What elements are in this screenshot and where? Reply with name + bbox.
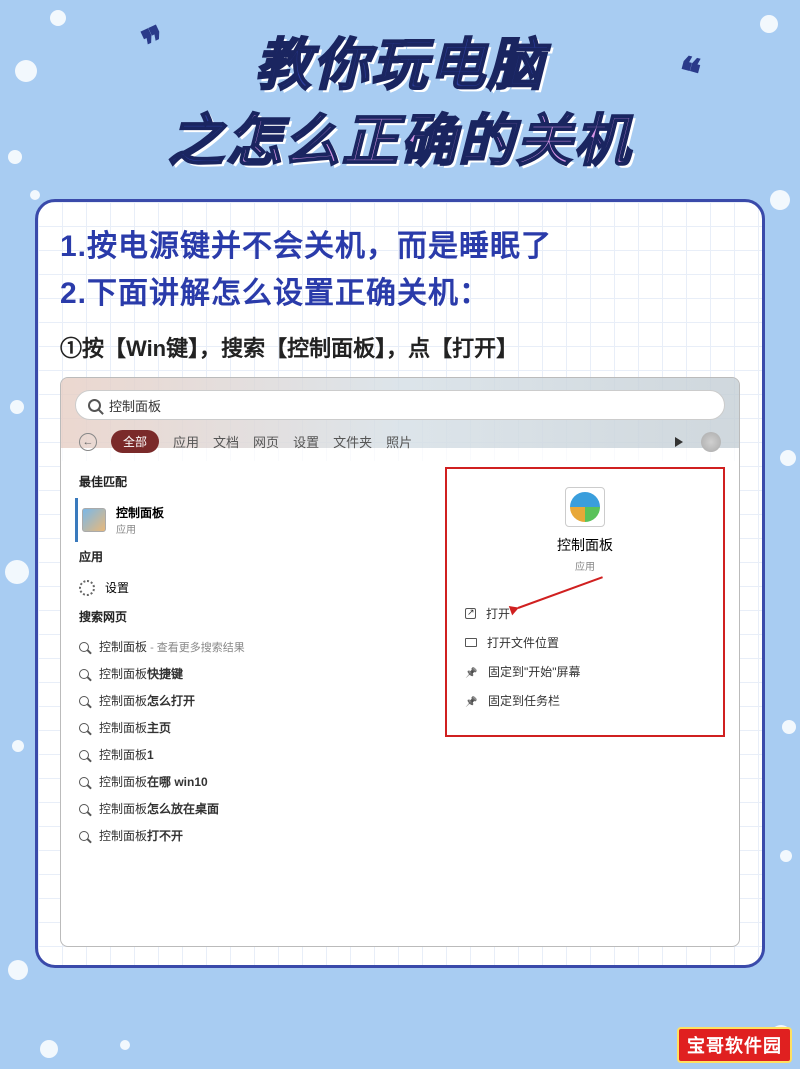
web-result[interactable]: 控制面板快捷键 [75, 660, 433, 687]
best-match-item[interactable]: 控制面板 应用 [75, 498, 433, 542]
search-icon [79, 723, 89, 733]
web-result[interactable]: 控制面板 - 查看更多搜索结果 [75, 633, 433, 660]
search-tabs: ← 全部 应用 文档 网页 设置 文件夹 照片 [61, 420, 739, 461]
details-panel: 控制面板 应用 打开 打开文件位置 固定到"开始"屏幕 固定到任务栏 [445, 467, 725, 929]
search-icon [88, 399, 101, 412]
action-open[interactable]: 打开 [463, 599, 707, 628]
web-result[interactable]: 控制面板在哪 win10 [75, 768, 433, 795]
web-result[interactable]: 控制面板1 [75, 741, 433, 768]
windows-search-panel: 控制面板 ← 全部 应用 文档 网页 设置 文件夹 照片 最佳匹配 控制面板 [60, 377, 740, 947]
open-icon [465, 608, 476, 619]
action-pin-start[interactable]: 固定到"开始"屏幕 [463, 657, 707, 686]
control-panel-icon [82, 508, 106, 532]
tab-apps[interactable]: 应用 [173, 432, 199, 451]
gear-icon [79, 580, 95, 596]
web-results-label: 搜索网页 [79, 608, 433, 625]
web-result[interactable]: 控制面板打不开 [75, 822, 433, 849]
detail-name: 控制面板 [463, 535, 707, 555]
tab-web[interactable]: 网页 [253, 432, 279, 451]
instruction-2: 2.下面讲解怎么设置正确关机： [60, 271, 740, 318]
web-results-list: 控制面板 - 查看更多搜索结果 控制面板快捷键 控制面板怎么打开 控制面板主页 … [75, 633, 433, 849]
tab-all[interactable]: 全部 [111, 430, 159, 453]
search-icon [79, 750, 89, 760]
web-result[interactable]: 控制面板怎么放在桌面 [75, 795, 433, 822]
apps-label: 应用 [79, 548, 433, 565]
instruction-1: 1.按电源键并不会关机，而是睡眠了 [60, 224, 740, 271]
tab-photos[interactable]: 照片 [386, 432, 412, 451]
action-open-location[interactable]: 打开文件位置 [463, 628, 707, 657]
web-result[interactable]: 控制面板怎么打开 [75, 687, 433, 714]
search-bar[interactable]: 控制面板 [75, 390, 725, 420]
step-1: ①按【Win键】，搜索【控制面板】，点【打开】 [60, 331, 740, 363]
web-result[interactable]: 控制面板主页 [75, 714, 433, 741]
search-icon [79, 831, 89, 841]
back-button[interactable]: ← [79, 433, 97, 451]
pin-icon [465, 694, 478, 707]
detail-type: 应用 [463, 558, 707, 573]
search-icon [79, 669, 89, 679]
tab-folders[interactable]: 文件夹 [333, 432, 372, 451]
tab-docs[interactable]: 文档 [213, 432, 239, 451]
play-icon[interactable] [675, 437, 683, 447]
action-list: 打开 打开文件位置 固定到"开始"屏幕 固定到任务栏 [463, 599, 707, 715]
content-card: 1.按电源键并不会关机，而是睡眠了 2.下面讲解怎么设置正确关机： ①按【Win… [35, 199, 765, 968]
title-line-2: 之怎么正确的关机 [0, 96, 800, 177]
tab-settings[interactable]: 设置 [293, 432, 319, 451]
search-icon [79, 804, 89, 814]
search-icon [79, 642, 89, 652]
action-pin-taskbar[interactable]: 固定到任务栏 [463, 686, 707, 715]
results-left-column: 最佳匹配 控制面板 应用 应用 设置 搜索网页 控制面板 - 查看更多搜索结果 [75, 467, 433, 929]
folder-icon [465, 638, 477, 647]
pin-icon [465, 665, 478, 678]
best-match-label: 最佳匹配 [79, 473, 433, 490]
search-input[interactable]: 控制面板 [109, 396, 161, 415]
watermark-badge: 宝哥软件园 [677, 1027, 792, 1063]
highlighted-detail-box: 控制面板 应用 打开 打开文件位置 固定到"开始"屏幕 固定到任务栏 [445, 467, 725, 737]
user-avatar[interactable] [701, 432, 721, 452]
search-icon [79, 777, 89, 787]
search-icon [79, 696, 89, 706]
app-settings-item[interactable]: 设置 [75, 573, 433, 602]
control-panel-icon-large [565, 487, 605, 527]
